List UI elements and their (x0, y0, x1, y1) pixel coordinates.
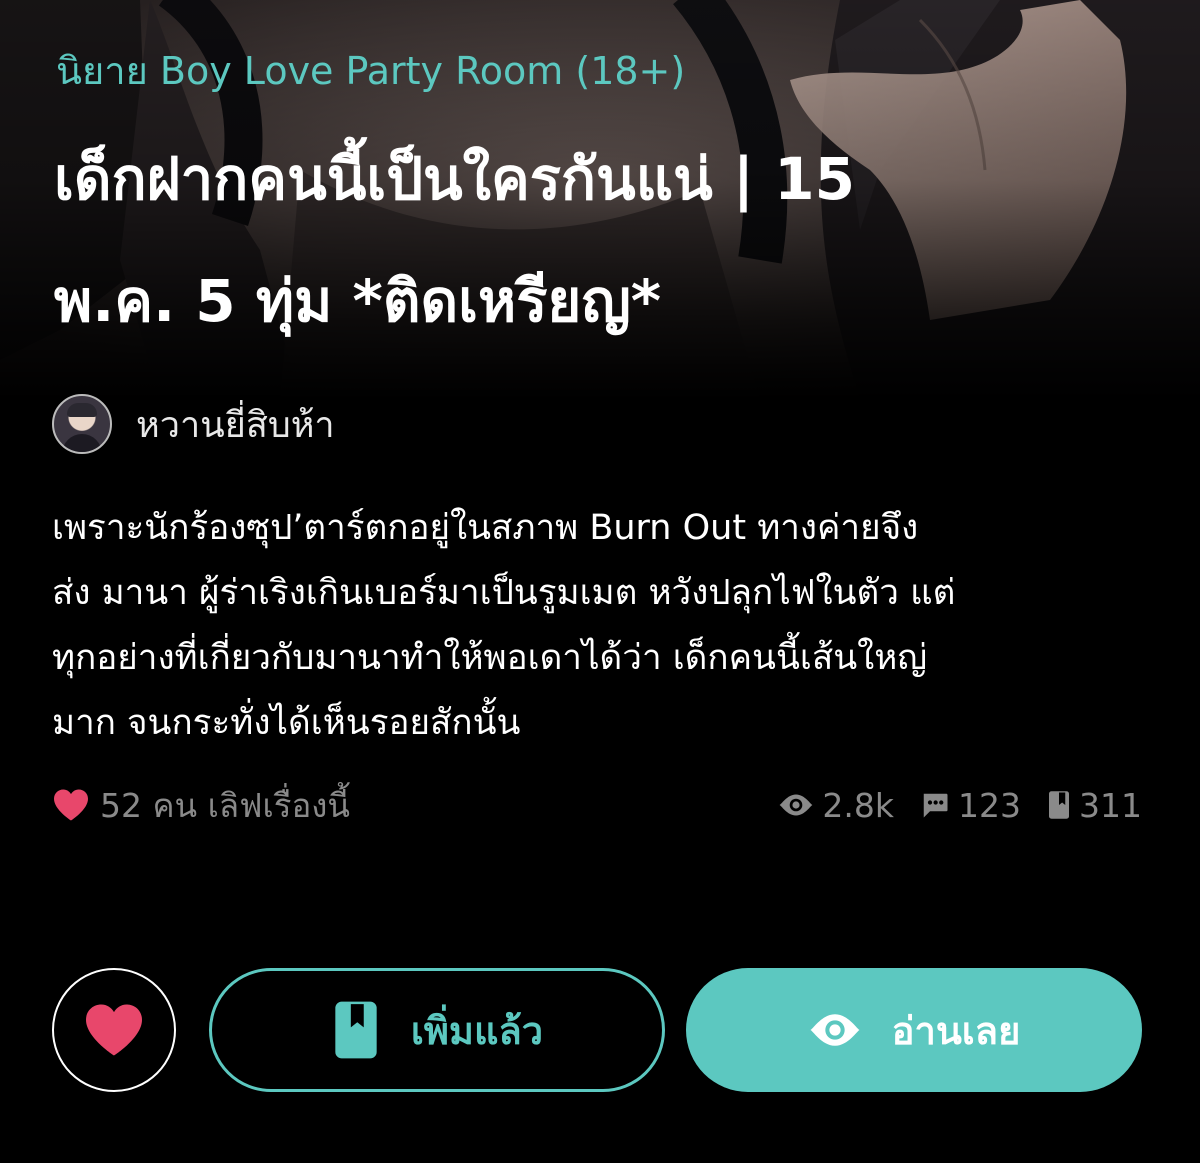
synopsis-line: ทุกอย่างที่เกี่ยวกับมานาทำให้พอเดาได้ว่า… (52, 638, 928, 678)
heart-icon (86, 1004, 142, 1056)
synopsis-line: ส่ง มานา ผู้ร่าเริงเกินเบอร์มาเป็นรูมเมต… (52, 573, 956, 613)
author-name[interactable]: หวานยี่สิบห้า (136, 396, 335, 453)
bookmarks-stat: 311 (1047, 786, 1142, 825)
likes-text: 52 คน เลิฟเรื่องนี้ (100, 785, 350, 825)
read-now-button[interactable]: อ่านเลย (686, 968, 1142, 1092)
stats-bar: 2.8k 123 311 (752, 780, 1142, 830)
add-to-library-button[interactable]: เพิ่มแล้ว (209, 968, 665, 1092)
heart-icon (54, 789, 88, 821)
synopsis: เพราะนักร้องซุป’ตาร์ตกอยู่ในสภาพ Burn Ou… (52, 496, 1152, 756)
comments-stat: 123 (920, 786, 1021, 825)
like-button[interactable] (52, 968, 176, 1092)
eye-icon (809, 1014, 860, 1046)
bookmark-icon (335, 1001, 377, 1059)
author-row[interactable]: หวานยี่สิบห้า (52, 392, 335, 456)
bookmark-icon (1049, 791, 1069, 819)
views-count: 2.8k (822, 785, 894, 825)
views-stat: 2.8k (778, 786, 894, 825)
read-now-label: อ่านเลย (891, 1008, 1021, 1053)
add-to-library-label: เพิ่มแล้ว (410, 1008, 544, 1053)
novel-title-line: เด็กฝากคนนี้เป็นใครกันแน่ | 15 (54, 145, 856, 213)
novel-title: เด็กฝากคนนี้เป็นใครกันแน่ | 15 พ.ค. 5 ทุ… (54, 140, 1144, 384)
comments-count: 123 (958, 785, 1021, 825)
avatar[interactable] (52, 394, 112, 454)
comment-icon (923, 793, 948, 818)
novel-title-line: พ.ค. 5 ทุ่ม *ติดเหรียญ* (54, 267, 662, 335)
synopsis-line: มาก จนกระทั่งได้เห็นรอยสักนั้น (52, 703, 521, 743)
likes-summary: 52 คน เลิฟเรื่องนี้ (52, 780, 350, 830)
eye-icon (779, 794, 813, 816)
synopsis-line: เพราะนักร้องซุป’ตาร์ตกอยู่ในสภาพ Burn Ou… (52, 508, 919, 548)
bookmarks-count: 311 (1079, 785, 1142, 825)
novel-category[interactable]: นิยาย Boy Love Party Room (18+) (56, 40, 685, 101)
